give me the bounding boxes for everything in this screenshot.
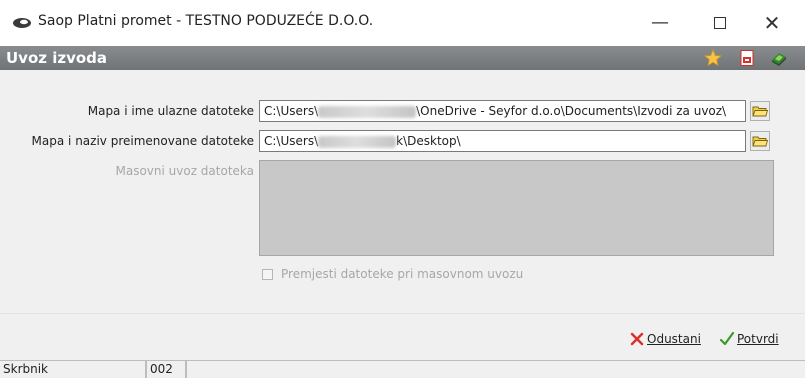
minimize-button[interactable]: — bbox=[640, 8, 680, 38]
browse-input-folder-button[interactable] bbox=[750, 101, 770, 121]
rename-folder-label: Mapa i naziv preimenovane datoteke bbox=[31, 134, 254, 148]
bulk-import-label: Masovni uvoz datoteka bbox=[115, 164, 254, 178]
confirm-label: Potvrdi bbox=[737, 332, 779, 346]
checkmark-icon bbox=[719, 331, 735, 346]
folder-open-icon bbox=[752, 106, 769, 117]
status-bar: Skrbnik 002 bbox=[0, 360, 805, 378]
divider bbox=[0, 313, 805, 314]
input-folder-suffix: \OneDrive - Seyfor d.o.o\Documents\Izvod… bbox=[416, 104, 727, 118]
move-files-label: Premjesti datoteke pri masovnom uvozu bbox=[281, 267, 524, 281]
rename-folder-field[interactable]: C:\Users\ k\Desktop\ bbox=[259, 130, 746, 152]
folder-open-icon bbox=[752, 136, 769, 147]
status-cell-code: 002 bbox=[146, 360, 186, 378]
rename-folder-prefix: C:\Users\ bbox=[264, 134, 319, 148]
close-button[interactable]: ✕ bbox=[752, 8, 792, 38]
status-cell-user: Skrbnik bbox=[0, 360, 146, 378]
input-folder-prefix: C:\Users\ bbox=[264, 104, 319, 118]
minimize-icon: — bbox=[651, 12, 669, 33]
input-folder-field[interactable]: C:\Users\ \OneDrive - Seyfor d.o.o\Docume… bbox=[259, 100, 746, 122]
pdf-icon[interactable] bbox=[738, 49, 756, 67]
input-folder-label: Mapa i ime ulazne datoteke bbox=[87, 104, 254, 118]
maximize-button[interactable] bbox=[700, 8, 740, 38]
redacted-username bbox=[318, 135, 397, 148]
window-titlebar: Saop Platni promet - TESTNO PODUZEĆE D.O… bbox=[0, 0, 805, 46]
star-icon[interactable] bbox=[704, 49, 722, 67]
form-title: Uvoz izvoda bbox=[6, 49, 108, 67]
confirm-button[interactable]: Potvrdi bbox=[719, 330, 799, 352]
browse-rename-folder-button[interactable] bbox=[750, 131, 770, 151]
close-icon: ✕ bbox=[763, 11, 781, 35]
window-title: Saop Platni promet - TESTNO PODUZEĆE D.O… bbox=[38, 13, 374, 29]
cancel-x-icon bbox=[630, 332, 644, 346]
bulk-import-list bbox=[259, 160, 774, 256]
cancel-label: Odustani bbox=[647, 332, 701, 346]
redacted-username bbox=[318, 105, 417, 118]
rename-folder-suffix: k\Desktop\ bbox=[396, 134, 461, 148]
maximize-icon bbox=[714, 17, 726, 29]
help-book-icon[interactable] bbox=[770, 49, 788, 67]
move-files-checkbox[interactable] bbox=[262, 269, 273, 280]
form-header: Uvoz izvoda bbox=[0, 46, 805, 70]
app-logo-icon bbox=[13, 18, 31, 28]
status-cell-message bbox=[186, 360, 805, 378]
cancel-button[interactable]: Odustani bbox=[629, 330, 711, 352]
